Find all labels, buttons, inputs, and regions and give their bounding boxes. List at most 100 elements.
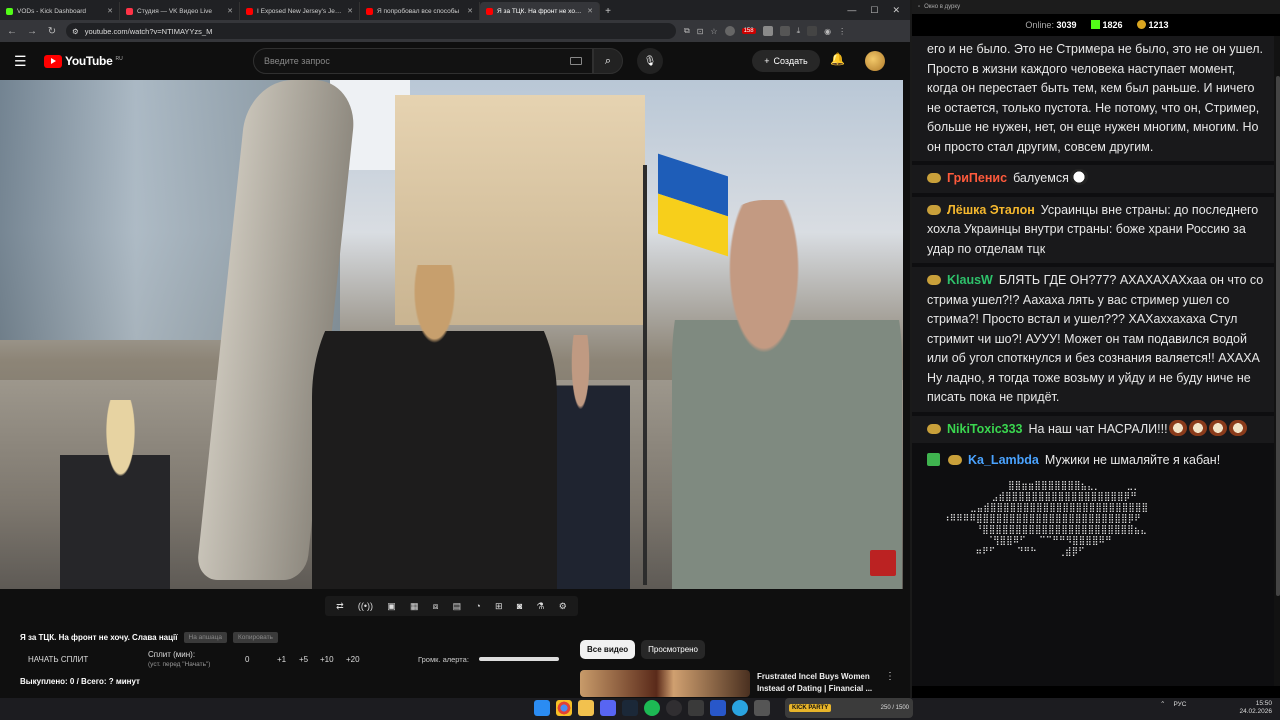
site-info-icon[interactable]: ⚙: [72, 27, 79, 36]
close-icon[interactable]: ✕: [107, 7, 113, 15]
sub-badge-icon: [927, 423, 941, 434]
youtube-favicon-icon: [486, 7, 493, 15]
language-indicator[interactable]: РУС: [1173, 701, 1186, 708]
file-explorer-icon[interactable]: [578, 700, 594, 716]
voice-search-button[interactable]: 🎙: [637, 48, 663, 74]
extension-icon[interactable]: [724, 26, 735, 36]
plus-box-icon[interactable]: ⊞: [495, 601, 503, 612]
translate-icon[interactable]: ⊡: [697, 27, 704, 36]
search-button[interactable]: ⌕: [593, 48, 623, 74]
steam-icon[interactable]: [622, 700, 638, 716]
app-icon[interactable]: [688, 700, 704, 716]
chip-watched[interactable]: Просмотрено: [641, 640, 706, 659]
download-icon[interactable]: ⤓: [797, 26, 801, 36]
start-split-button[interactable]: НАЧАТЬ СПЛИТ: [28, 655, 88, 664]
back-icon[interactable]: ←: [6, 26, 18, 37]
tag-pill[interactable]: На апшаца: [183, 632, 227, 643]
taskbar-clock[interactable]: 15:50 24.02.2026: [1210, 700, 1272, 716]
camera-icon[interactable]: ◙: [517, 601, 522, 611]
followers-value: 1826: [1102, 20, 1123, 30]
reload-icon[interactable]: ↻: [46, 26, 58, 37]
video-scene-person: [60, 400, 170, 589]
channel-watermark[interactable]: [870, 550, 896, 576]
message-text: На наш чат НАСРАЛИ!!!: [1028, 421, 1168, 436]
alert-volume-slider[interactable]: [479, 657, 559, 661]
picture-in-picture-icon[interactable]: ⧈: [433, 601, 439, 612]
chip-all-videos[interactable]: Все видео: [580, 640, 636, 659]
close-icon[interactable]: ✕: [587, 7, 593, 15]
spotify-icon[interactable]: [644, 700, 660, 716]
add-1-button[interactable]: +1: [277, 655, 286, 664]
menu-icon[interactable]: ⋮: [838, 27, 846, 36]
puzzle-icon[interactable]: [779, 26, 790, 36]
bookmark-star-icon[interactable]: ☆: [710, 27, 717, 36]
add-5-button[interactable]: +5: [299, 655, 308, 664]
flask-icon[interactable]: ⚗: [536, 601, 544, 612]
speed-icon[interactable]: ◔: [475, 601, 480, 611]
audio-icon[interactable]: ((•)): [358, 601, 373, 611]
cinema-icon[interactable]: ▤: [453, 601, 462, 612]
chrome-icon[interactable]: [556, 700, 572, 716]
alert-volume-label: Громк. алерта:: [418, 655, 469, 664]
tab-title: Я попробовал все способы: [377, 7, 460, 15]
clock-date: 24.02.2026: [1239, 708, 1272, 715]
tab-vk-studio[interactable]: Студия — VK Видео Live ✕: [120, 2, 240, 20]
maximize-icon[interactable]: ☐: [870, 5, 878, 16]
close-icon[interactable]: ✕: [347, 7, 353, 15]
film-icon[interactable]: ▦: [410, 601, 419, 612]
video-player[interactable]: [0, 80, 903, 589]
tab-youtube-1[interactable]: I Exposed New Jersey's Jewish ✕: [240, 2, 360, 20]
hamburger-menu-icon[interactable]: ☰: [14, 53, 34, 70]
message-username[interactable]: KlausW: [947, 273, 993, 287]
profile-icon[interactable]: ◉: [824, 27, 831, 36]
new-tab-button[interactable]: +: [600, 2, 616, 20]
keyboard-icon[interactable]: [570, 57, 582, 65]
add-20-button[interactable]: +20: [346, 655, 360, 664]
install-icon[interactable]: ⧉: [684, 26, 690, 36]
search-input[interactable]: Введите запрос: [253, 48, 593, 74]
extension-icon[interactable]: [762, 26, 773, 36]
close-window-icon[interactable]: ✕: [892, 5, 900, 16]
gear-icon[interactable]: ⚙: [559, 601, 567, 612]
chat-scrollbar[interactable]: [1274, 36, 1280, 686]
kick-party-widget[interactable]: KICK PARTY 250 / 1500: [785, 698, 913, 718]
create-button[interactable]: + Создать: [752, 50, 820, 72]
message-username[interactable]: Ka_Lambda: [968, 453, 1039, 467]
chat-messages[interactable]: его и не было. Это не Стримера не было, …: [912, 36, 1274, 686]
moderator-shield-icon: [927, 453, 940, 466]
youtube-logo[interactable]: YouTube RU: [44, 54, 123, 68]
chat-message: NikiToxic333 На наш чат НАСРАЛИ!!!: [912, 415, 1274, 443]
message-username[interactable]: ГриПенис: [947, 171, 1007, 185]
close-icon[interactable]: ✕: [467, 7, 473, 15]
copy-button[interactable]: Копировать: [232, 632, 278, 643]
extension-badge[interactable]: 158: [741, 28, 756, 34]
tab-kick-dashboard[interactable]: VODs - Kick Dashboard ✕: [0, 2, 120, 20]
message-username[interactable]: NikiToxic333: [947, 422, 1023, 436]
discord-icon[interactable]: [600, 700, 616, 716]
tab-youtube-active[interactable]: Я за ТЦК. На фронт не хочу. С ✕: [480, 2, 600, 20]
recommended-thumbnail[interactable]: [580, 670, 750, 697]
forward-icon[interactable]: →: [26, 26, 38, 37]
media-player-icon[interactable]: [710, 700, 726, 716]
message-username[interactable]: Лёшка Эталон: [947, 203, 1035, 217]
notifications-bell-icon[interactable]: 🔔: [830, 52, 845, 66]
scrollbar-thumb[interactable]: [1276, 76, 1280, 596]
minimize-icon[interactable]: —: [847, 5, 856, 15]
windows-start-icon[interactable]: [534, 700, 550, 716]
vk-favicon-icon: [126, 7, 133, 15]
tab-youtube-2[interactable]: Я попробовал все способы ✕: [360, 2, 480, 20]
obs-icon[interactable]: [666, 700, 682, 716]
close-icon[interactable]: ✕: [227, 7, 233, 15]
url-field[interactable]: ⚙ youtube.com/watch?v=NTIMAYYzs_M: [66, 23, 676, 39]
recommended-title[interactable]: Frustrated Incel Buys Women Instead of D…: [757, 671, 882, 695]
split-minutes-hint: (уст. перед "Начать"): [148, 661, 211, 668]
chevron-up-icon[interactable]: ⌃: [1160, 700, 1165, 708]
screenshot-icon[interactable]: ▣: [387, 601, 396, 612]
add-10-button[interactable]: +10: [320, 655, 334, 664]
more-options-icon[interactable]: ⋮: [885, 671, 895, 682]
loop-icon[interactable]: ⇄: [336, 601, 344, 612]
avatar[interactable]: [865, 51, 885, 71]
app-icon[interactable]: [754, 700, 770, 716]
telegram-icon[interactable]: [732, 700, 748, 716]
sidebar-icon[interactable]: [807, 26, 818, 36]
